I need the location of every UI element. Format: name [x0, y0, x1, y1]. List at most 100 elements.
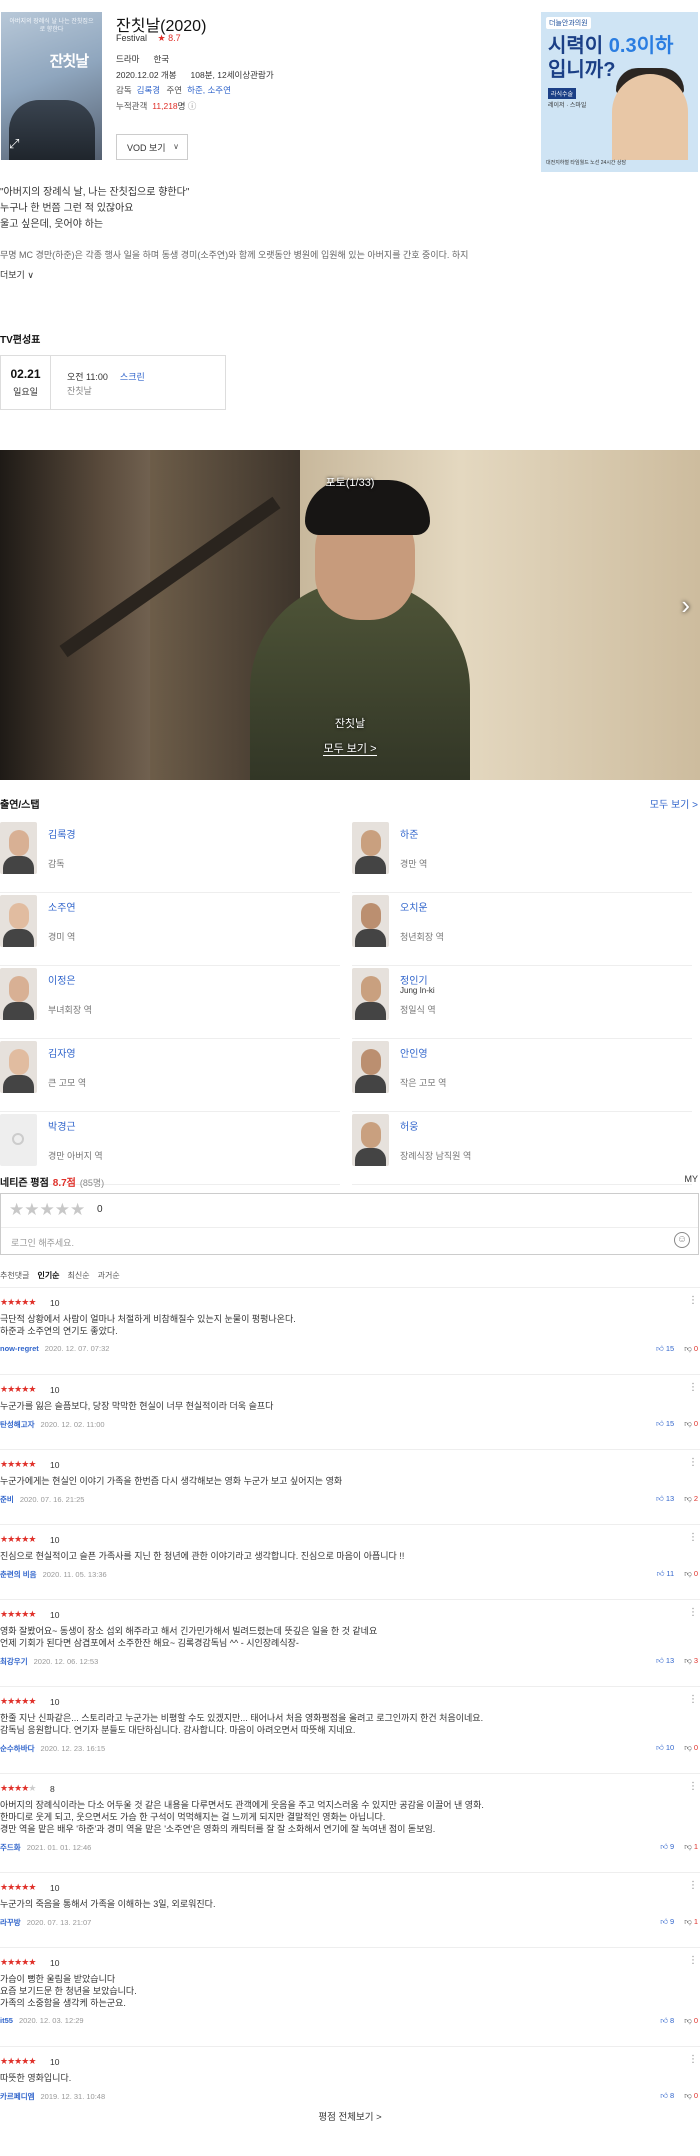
movie-poster[interactable]: 아버지의 장례식 날 나는 잔칫집으로 향한다 잔칫날 ⤢	[1, 12, 102, 160]
sort-tab-recommended[interactable]: 추천댓글	[0, 1271, 29, 1280]
review-user[interactable]: 준비	[0, 1495, 14, 1504]
cast-photo[interactable]	[352, 1041, 389, 1093]
more-options-icon[interactable]: ⋮	[688, 1694, 698, 1705]
review-user[interactable]: 순수하바다	[0, 1744, 35, 1753]
cast-name[interactable]: 허웅	[400, 1118, 418, 1133]
review-user[interactable]: 주드화	[0, 1843, 21, 1852]
more-button[interactable]: 더보기 ∨	[0, 268, 34, 281]
thumbs-down-icon[interactable]: 👎︎	[684, 1917, 692, 1926]
review-user[interactable]: 최강우기	[0, 1657, 28, 1666]
cast-photo[interactable]	[352, 968, 389, 1020]
thumbs-up-icon[interactable]: 👍︎	[660, 1917, 668, 1926]
cast-item[interactable]: 소주연 경미 역	[0, 893, 340, 966]
emoji-icon[interactable]: ☺	[674, 1232, 690, 1248]
review-user[interactable]: 탄성해고자	[0, 1420, 35, 1429]
thumbs-up-icon[interactable]: 👍︎	[656, 1344, 664, 1353]
cast-link[interactable]: 하준, 소주연	[187, 85, 231, 95]
photo-view-all[interactable]: 모두 보기 >	[0, 740, 700, 756]
thumbs-down-icon[interactable]: 👎︎	[684, 2016, 692, 2025]
cast-photo[interactable]	[352, 895, 389, 947]
thumbs-up-icon[interactable]: 👍︎	[656, 1419, 664, 1428]
cast-name[interactable]: 안인영	[400, 1045, 428, 1060]
sort-tab-latest[interactable]: 최신순	[68, 1271, 90, 1280]
more-options-icon[interactable]: ⋮	[688, 1382, 698, 1393]
more-options-icon[interactable]: ⋮	[688, 1457, 698, 1468]
my-rating-link[interactable]: MY	[685, 1174, 699, 1184]
cast-view-all[interactable]: 모두 보기 >	[650, 796, 698, 811]
cast-item[interactable]: 하준 경만 역	[352, 820, 692, 893]
thumbs-up-icon[interactable]: 👍︎	[660, 1842, 668, 1851]
cast-photo[interactable]	[0, 968, 37, 1020]
cast-photo[interactable]	[352, 1114, 389, 1166]
cast-item[interactable]: 오치운 청년회장 역	[352, 893, 692, 966]
cast-name[interactable]: 이정은	[48, 972, 76, 987]
cast-name[interactable]: 하준	[400, 826, 418, 841]
thumbs-down-icon[interactable]: 👎︎	[684, 1656, 692, 1665]
info-icon[interactable]: ⓘ	[188, 101, 197, 111]
thumbs-up-icon[interactable]: 👍︎	[657, 1569, 665, 1578]
cast-item[interactable]: 김자영 큰 고모 역	[0, 1039, 340, 1112]
comment-input[interactable]: 로그인 해주세요.	[11, 1236, 74, 1249]
cast-name[interactable]: 소주연	[48, 899, 76, 914]
cast-name[interactable]: 박경근	[48, 1118, 76, 1133]
cast-photo[interactable]	[0, 1041, 37, 1093]
review-user[interactable]: 라꾸방	[0, 1918, 21, 1927]
movie-country[interactable]: 한국	[153, 54, 169, 64]
sort-tab-oldest[interactable]: 과거순	[98, 1271, 120, 1280]
thumbs-up-icon[interactable]: 👍︎	[660, 2091, 668, 2100]
director-link[interactable]: 김록경	[137, 85, 160, 95]
thumbs-down-icon[interactable]: 👎︎	[684, 2091, 692, 2100]
more-options-icon[interactable]: ⋮	[688, 1955, 698, 1966]
thumbs-down-icon[interactable]: 👎︎	[684, 1419, 692, 1428]
thumbs-down-icon[interactable]: 👎︎	[684, 1842, 692, 1851]
vod-button[interactable]: VOD 보기 ∨	[116, 134, 188, 160]
thumbs-up-icon[interactable]: 👍︎	[656, 1494, 664, 1503]
cast-name[interactable]: 정인기	[400, 972, 428, 987]
review-user[interactable]: it55	[0, 2016, 13, 2025]
more-button-label: 더보기	[0, 270, 25, 280]
more-options-icon[interactable]: ⋮	[688, 1295, 698, 1306]
more-options-icon[interactable]: ⋮	[688, 1781, 698, 1792]
cast-photo[interactable]	[352, 822, 389, 874]
cast-name[interactable]: 오치운	[400, 899, 428, 914]
cast-item[interactable]: 김록경 감독	[0, 820, 340, 893]
tv-channel[interactable]: 스크린	[120, 372, 145, 382]
cast-role: 작은 고모 역	[400, 1078, 447, 1088]
sort-tab-popular[interactable]: 인기순	[37, 1271, 59, 1280]
all-reviews-link[interactable]: 평점 전체보기 >	[0, 2109, 700, 2123]
more-options-icon[interactable]: ⋮	[688, 1607, 698, 1618]
cast-item[interactable]: 이정은 부녀회장 역	[0, 966, 340, 1039]
thumbs-down-icon[interactable]: 👎︎	[684, 1743, 692, 1752]
next-arrow-icon[interactable]: ›	[681, 590, 690, 621]
chevron-down-icon: ∨	[173, 142, 179, 151]
expand-icon[interactable]: ⤢	[9, 136, 19, 152]
movie-genre[interactable]: 드라마	[116, 54, 139, 64]
thumbs-down-icon[interactable]: 👎︎	[684, 1569, 692, 1578]
review-score: 10	[50, 1697, 60, 1707]
thumbs-up-icon[interactable]: 👍︎	[660, 2016, 668, 2025]
tv-schedule-item[interactable]: 02.21 일요일 오전 11:00 스크린 잔칫날	[0, 355, 226, 410]
cast-photo[interactable]	[0, 895, 37, 947]
cast-name[interactable]: 김자영	[48, 1045, 76, 1060]
cast-name[interactable]: 김록경	[48, 826, 76, 841]
photo-viewer[interactable]: 포토(1/33) 잔칫날 모두 보기 > ›	[0, 450, 700, 780]
ad-banner[interactable]: 더늘안과의원 시력이 0.3이하 입니까? 라식수술 레이저 · 스마일 대전지…	[541, 12, 698, 172]
movie-release: 2020.12.02 개봉	[116, 70, 177, 80]
more-options-icon[interactable]: ⋮	[688, 1532, 698, 1543]
thumbs-up-icon[interactable]: 👍︎	[656, 1743, 664, 1752]
review-user[interactable]: now-regret	[0, 1344, 39, 1353]
more-options-icon[interactable]: ⋮	[688, 2054, 698, 2065]
review-user[interactable]: 춘련의 비음	[0, 1570, 37, 1579]
rating-star-input[interactable]: ★★★★★	[9, 1200, 85, 1220]
thumbs-up-icon[interactable]: 👍︎	[656, 1656, 664, 1665]
thumbs-down-icon[interactable]: 👎︎	[684, 1344, 692, 1353]
cast-item[interactable]: 안인영작은 고모 역	[352, 1039, 692, 1112]
cast-item[interactable]: 정인기 Jung In-ki 정일식 역	[352, 966, 692, 1039]
more-options-icon[interactable]: ⋮	[688, 1880, 698, 1891]
no-image-icon[interactable]	[0, 1114, 37, 1166]
thumbs-down-icon[interactable]: 👎︎	[684, 1494, 692, 1503]
cast-photo-body	[3, 1002, 34, 1020]
review-user[interactable]: 카르페디엠	[0, 2092, 35, 2101]
cast-photo[interactable]	[0, 822, 37, 874]
upvote-count: 8	[670, 2016, 675, 2025]
